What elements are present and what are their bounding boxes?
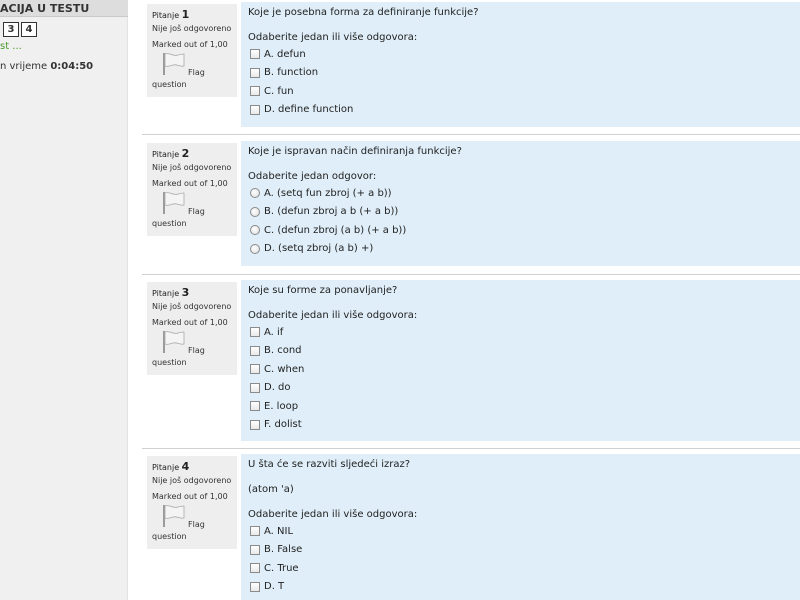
answer-radio[interactable] xyxy=(250,243,260,254)
flag-label: Flag xyxy=(188,207,205,216)
answer-list: A. defun B. function C. fun D. define fu… xyxy=(248,45,793,119)
question-number: Pitanje 1 xyxy=(152,8,190,21)
answer-checkbox[interactable] xyxy=(250,49,260,60)
answer-option[interactable]: C. when xyxy=(248,360,793,379)
flag-label-question: question xyxy=(152,219,187,228)
answer-option[interactable]: F. dolist xyxy=(248,416,793,435)
flag-question-toggle[interactable]: Flag question xyxy=(152,51,237,89)
quiz-navigation: ACIJA U TESTU 3 4 st ... n vrijeme 0:04:… xyxy=(0,0,128,600)
question-state: Nije još odgovoreno xyxy=(152,163,232,172)
question-buttons: 3 4 xyxy=(0,22,128,38)
answer-option[interactable]: C. True xyxy=(248,559,793,578)
answer-list: A. (setq fun zbroj (+ a b)) B. (defun zb… xyxy=(248,184,793,258)
time-left-value: 0:04:50 xyxy=(50,61,94,72)
flag-label: Flag xyxy=(188,346,205,355)
question-2: Pitanje 2 Nije još odgovoreno Marked out… xyxy=(142,139,800,272)
answer-list: A. if B. cond C. when D. do E. loop F. d… xyxy=(248,323,793,434)
answer-option[interactable]: B. function xyxy=(248,64,793,83)
question-content: Koje su forme za ponavljanje? Odaberite … xyxy=(241,280,800,441)
question-info: Pitanje 4 Nije još odgovoreno Marked out… xyxy=(147,456,237,549)
answer-checkbox[interactable] xyxy=(250,86,260,97)
flag-label-question: question xyxy=(152,80,187,89)
flag-question-toggle[interactable]: Flag question xyxy=(152,190,237,228)
answer-checkbox[interactable] xyxy=(250,419,260,430)
flag-label: Flag xyxy=(188,520,205,529)
question-content: Koje je ispravan način definiranja funkc… xyxy=(241,141,800,266)
question-text: Koje su forme za ponavljanje? xyxy=(248,285,398,296)
answer-checkbox[interactable] xyxy=(250,67,260,78)
answer-checkbox[interactable] xyxy=(250,544,260,555)
answer-radio[interactable] xyxy=(250,225,260,236)
flag-label-question: question xyxy=(152,358,187,367)
question-number: Pitanje 3 xyxy=(152,286,190,299)
question-divider xyxy=(142,274,800,275)
question-state: Nije još odgovoreno xyxy=(152,302,232,311)
question-button-3[interactable]: 3 xyxy=(3,22,19,37)
answer-prompt: Odaberite jedan ili više odgovora: xyxy=(248,310,418,321)
flag-question-toggle[interactable]: Flag question xyxy=(152,503,237,541)
quiz-navigation-header: ACIJA U TESTU xyxy=(0,0,128,17)
flag-label-question: question xyxy=(152,532,187,541)
answer-checkbox[interactable] xyxy=(250,364,260,375)
answer-option[interactable]: D. (setq zbroj (a b) +) xyxy=(248,240,793,259)
question-number: Pitanje 2 xyxy=(152,147,190,160)
answer-option[interactable]: B. cond xyxy=(248,342,793,361)
answer-prompt: Odaberite jedan ili više odgovora: xyxy=(248,32,418,43)
question-divider xyxy=(142,134,800,135)
answer-option[interactable]: B. (defun zbroj a b (+ a b)) xyxy=(248,203,793,222)
answer-checkbox[interactable] xyxy=(250,401,260,412)
question-button-4[interactable]: 4 xyxy=(21,22,37,37)
question-expression: (atom 'a) xyxy=(248,484,294,495)
question-grade: Marked out of 1,00 xyxy=(152,318,228,327)
question-grade: Marked out of 1,00 xyxy=(152,179,228,188)
answer-checkbox[interactable] xyxy=(250,581,260,592)
question-info: Pitanje 1 Nije još odgovoreno Marked out… xyxy=(147,4,237,97)
answer-checkbox[interactable] xyxy=(250,382,260,393)
time-left: n vrijeme 0:04:50 xyxy=(0,61,93,72)
flag-label: Flag xyxy=(188,68,205,77)
answer-radio[interactable] xyxy=(250,188,260,199)
answer-radio[interactable] xyxy=(250,206,260,217)
time-left-label: n vrijeme xyxy=(0,61,48,72)
question-info: Pitanje 2 Nije još odgovoreno Marked out… xyxy=(147,143,237,236)
answer-option[interactable]: A. defun xyxy=(248,45,793,64)
answer-prompt: Odaberite jedan odgovor: xyxy=(248,171,377,182)
answer-checkbox[interactable] xyxy=(250,526,260,537)
answer-option[interactable]: E. loop xyxy=(248,397,793,416)
question-state: Nije još odgovoreno xyxy=(152,24,232,33)
question-state: Nije još odgovoreno xyxy=(152,476,232,485)
answer-option[interactable]: A. NIL xyxy=(248,522,793,541)
question-divider xyxy=(142,448,800,449)
answer-option[interactable]: A. (setq fun zbroj (+ a b)) xyxy=(248,184,793,203)
finish-attempt-link[interactable]: st ... xyxy=(0,41,22,52)
answer-option[interactable]: D. T xyxy=(248,578,793,597)
flag-question-toggle[interactable]: Flag question xyxy=(152,329,237,367)
answer-option[interactable]: C. (defun zbroj (a b) (+ a b)) xyxy=(248,221,793,240)
answer-checkbox[interactable] xyxy=(250,104,260,115)
question-info: Pitanje 3 Nije još odgovoreno Marked out… xyxy=(147,282,237,375)
question-text: Koje je ispravan način definiranja funkc… xyxy=(248,146,462,157)
answer-prompt: Odaberite jedan ili više odgovora: xyxy=(248,509,418,520)
question-content: U šta će se razviti sljedeći izraz? (ato… xyxy=(241,454,800,600)
question-text: U šta će se razviti sljedeći izraz? xyxy=(248,459,411,470)
question-grade: Marked out of 1,00 xyxy=(152,40,228,49)
answer-option[interactable]: B. False xyxy=(248,541,793,560)
question-grade: Marked out of 1,00 xyxy=(152,492,228,501)
answer-option[interactable]: D. define function xyxy=(248,101,793,120)
question-3: Pitanje 3 Nije još odgovoreno Marked out… xyxy=(142,278,800,446)
quiz-navigation-title: ACIJA U TESTU xyxy=(0,2,90,15)
answer-checkbox[interactable] xyxy=(250,327,260,338)
answer-list: A. NIL B. False C. True D. T xyxy=(248,522,793,596)
question-1: Pitanje 1 Nije još odgovoreno Marked out… xyxy=(142,0,800,133)
question-text: Koje je posebna forma za definiranje fun… xyxy=(248,7,479,18)
answer-option[interactable]: D. do xyxy=(248,379,793,398)
answer-checkbox[interactable] xyxy=(250,345,260,356)
answer-option[interactable]: C. fun xyxy=(248,82,793,101)
question-4: Pitanje 4 Nije još odgovoreno Marked out… xyxy=(142,452,800,600)
question-number: Pitanje 4 xyxy=(152,460,190,473)
question-content: Koje je posebna forma za definiranje fun… xyxy=(241,2,800,127)
answer-option[interactable]: A. if xyxy=(248,323,793,342)
answer-checkbox[interactable] xyxy=(250,563,260,574)
